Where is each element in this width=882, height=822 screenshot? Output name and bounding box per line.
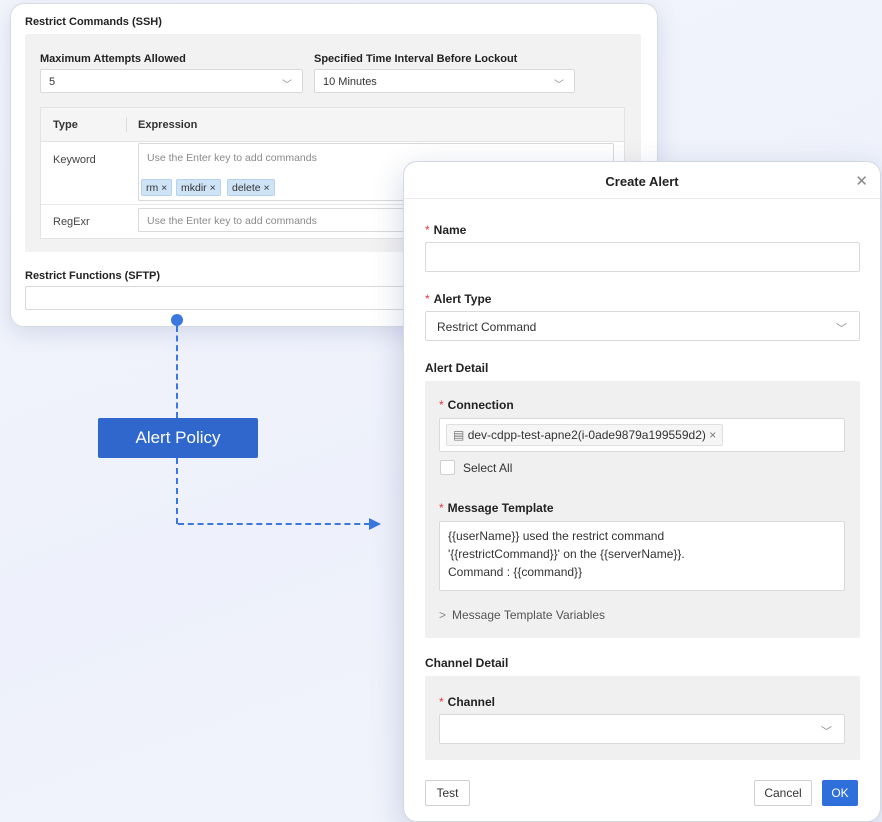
connector-dot <box>171 314 183 326</box>
ssh-section-title: Restrict Commands (SSH) <box>25 16 162 28</box>
channel-select[interactable]: ﹀ <box>439 714 845 744</box>
connection-tag-label: dev-cdpp-test-apne2(i-0ade9879a199559d2) <box>467 428 706 442</box>
template-variables-toggle[interactable]: > Message Template Variables <box>439 608 605 622</box>
close-icon[interactable]: ✕ <box>855 172 868 190</box>
connector-line <box>176 326 178 418</box>
command-tag-delete[interactable]: delete × <box>227 179 275 196</box>
select-all-checkbox[interactable] <box>440 460 455 475</box>
cancel-button[interactable]: Cancel <box>754 780 812 806</box>
column-divider <box>126 117 127 132</box>
tag-label: delete <box>232 182 261 194</box>
channel-detail-title: Channel Detail <box>425 656 509 670</box>
template-line: Command : {{command}} <box>448 565 583 579</box>
max-attempts-label: Maximum Attempts Allowed <box>40 53 186 65</box>
message-template-textarea[interactable]: {{userName}} used the restrict command '… <box>439 521 845 591</box>
name-input[interactable] <box>425 242 860 272</box>
chevron-down-icon: ﹀ <box>836 323 847 335</box>
connection-label-text: Connection <box>447 398 514 412</box>
modal-title: Create Alert <box>605 174 679 189</box>
keyword-placeholder: Use the Enter key to add commands <box>147 152 317 164</box>
alert-type-label-text: Alert Type <box>433 292 492 306</box>
alert-policy-label: Alert Policy <box>98 418 258 458</box>
col-type-header: Type <box>53 119 78 131</box>
name-label: * Name <box>425 223 466 237</box>
message-template-label-text: Message Template <box>447 501 554 515</box>
table-header: Type Expression <box>41 108 624 142</box>
required-marker: * <box>425 223 430 237</box>
sftp-section-title: Restrict Functions (SFTP) <box>25 270 161 282</box>
name-label-text: Name <box>433 223 467 237</box>
connection-tag[interactable]: ▤ dev-cdpp-test-apne2(i-0ade9879a199559d… <box>446 424 724 446</box>
template-line: '{{restrictCommand}}' on the {{serverNam… <box>448 547 685 561</box>
close-icon[interactable]: × <box>264 182 270 194</box>
chevron-down-icon: ﹀ <box>282 80 292 91</box>
regexr-placeholder: Use the Enter key to add commands <box>147 215 317 227</box>
command-tag-rm[interactable]: rm × <box>141 179 173 196</box>
close-icon[interactable]: × <box>709 428 716 442</box>
connector-line <box>178 523 370 525</box>
tag-label: rm <box>146 182 159 194</box>
interval-label: Specified Time Interval Before Lockout <box>314 53 518 65</box>
test-button[interactable]: Test <box>425 780 470 806</box>
connection-label: * Connection <box>439 398 514 412</box>
row-type-regexr: RegExr <box>53 216 90 228</box>
required-marker: * <box>425 292 430 306</box>
col-expression-header: Expression <box>138 119 198 131</box>
connection-select[interactable]: ▤ dev-cdpp-test-apne2(i-0ade9879a199559d… <box>439 418 845 452</box>
alert-detail-title: Alert Detail <box>425 361 489 375</box>
chevron-down-icon: ﹀ <box>554 80 564 91</box>
command-tag-mkdir[interactable]: mkdir × <box>176 179 221 196</box>
required-marker: * <box>439 398 444 412</box>
close-icon[interactable]: × <box>210 182 216 194</box>
chevron-down-icon: ﹀ <box>821 726 832 738</box>
close-icon[interactable]: × <box>161 182 167 194</box>
divider <box>404 198 880 199</box>
interval-value: 10 Minutes <box>323 76 377 88</box>
channel-label: * Channel <box>439 695 495 709</box>
server-icon: ▤ <box>453 428 465 442</box>
connector-line <box>176 458 178 524</box>
required-marker: * <box>439 501 444 515</box>
ok-button[interactable]: OK <box>822 780 858 806</box>
channel-label-text: Channel <box>447 695 496 709</box>
create-alert-modal: Create Alert ✕ * Name * Alert Type Restric… <box>403 161 881 822</box>
alert-type-value: Restrict Command <box>437 320 537 334</box>
arrow-right-icon <box>369 518 381 530</box>
template-line: {{userName}} used the restrict command <box>448 529 665 543</box>
required-marker: * <box>439 695 444 709</box>
template-variables-label: Message Template Variables <box>452 608 605 622</box>
select-all-label: Select All <box>463 461 513 475</box>
alert-type-select[interactable]: Restrict Command ﹀ <box>425 311 860 341</box>
sftp-functions-input[interactable] <box>25 286 405 310</box>
message-template-label: * Message Template <box>439 501 554 515</box>
tag-label: mkdir <box>181 182 207 194</box>
interval-select[interactable]: 10 Minutes ﹀ <box>314 69 575 93</box>
max-attempts-select[interactable]: 5 ﹀ <box>40 69 303 93</box>
row-type-keyword: Keyword <box>53 154 96 166</box>
max-attempts-value: 5 <box>49 76 56 88</box>
alert-type-label: * Alert Type <box>425 292 491 306</box>
chevron-right-icon: > <box>439 608 447 622</box>
